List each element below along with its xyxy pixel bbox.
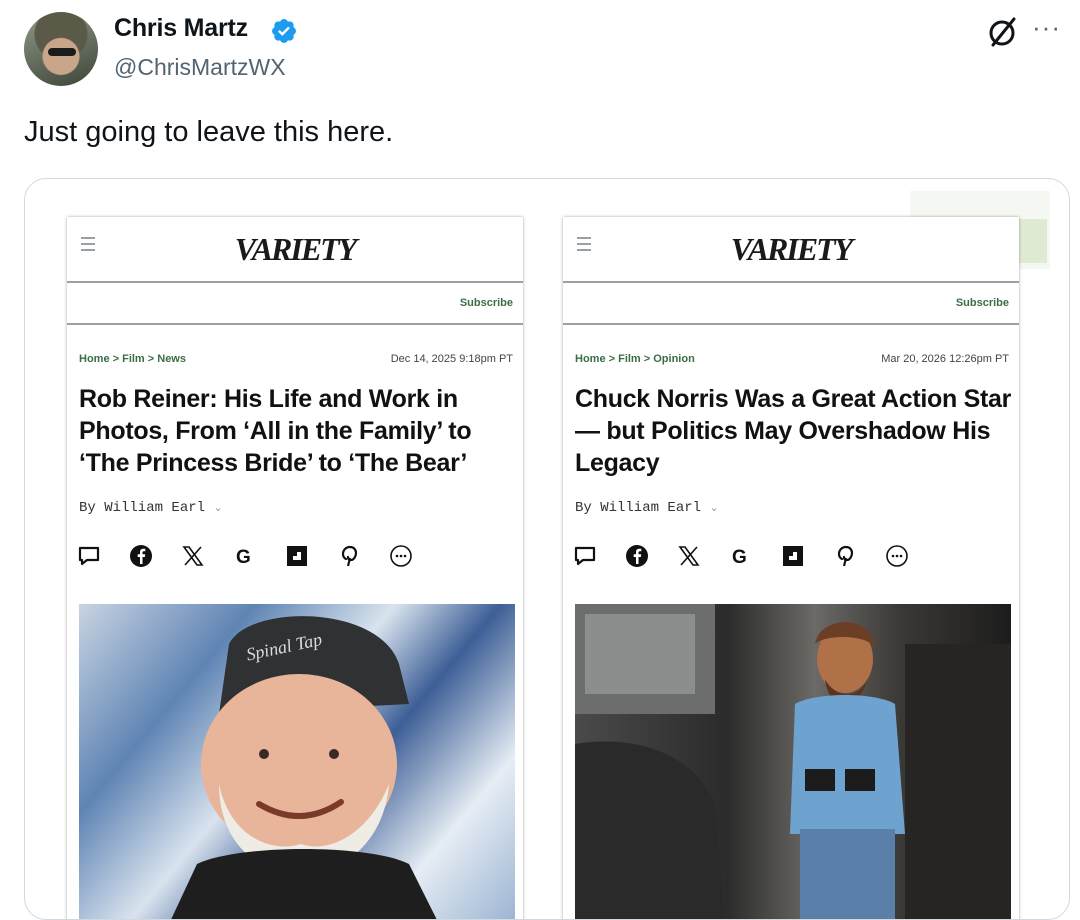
subscribe-link: Subscribe [955, 297, 1009, 309]
google-icon: G [233, 539, 285, 573]
facebook-icon [129, 539, 181, 573]
chevron-down-icon: ⌄ [709, 503, 719, 515]
verified-badge-icon [272, 19, 296, 43]
pinterest-icon [833, 539, 885, 573]
byline-text: By William Earl [79, 500, 206, 516]
author-handle[interactable]: @ChrisMartzWX [114, 54, 286, 81]
chevron-down-icon: ⌄ [213, 503, 223, 515]
pinterest-icon [337, 539, 389, 573]
subscribe-bar: Subscribe [67, 283, 523, 325]
author-avatar[interactable] [24, 12, 98, 86]
article-byline: By William Earl ⌄ [79, 500, 223, 516]
more-share-icon [389, 539, 441, 573]
tweet-text: Just going to leave this here. [24, 116, 394, 148]
media-attachment[interactable]: VARIETY Subscribe Home > Film > News Dec… [24, 178, 1070, 920]
article-photo: Spinal Tap [79, 604, 515, 919]
article-screenshot-norris: VARIETY Subscribe Home > Film > Opinion … [563, 217, 1019, 919]
svg-text:G: G [236, 547, 251, 568]
byline-text: By William Earl [575, 500, 702, 516]
article-screenshot-reiner: VARIETY Subscribe Home > Film > News Dec… [67, 217, 523, 919]
svg-text:G: G [732, 547, 747, 568]
article-headline: Chuck Norris Was a Great Action Star — b… [575, 385, 1012, 477]
chuck-norris-photo-illustration [575, 604, 1011, 919]
comment-icon [573, 539, 625, 573]
x-icon [677, 539, 729, 573]
article-byline: By William Earl ⌄ [575, 500, 719, 516]
flipboard-icon [285, 539, 337, 573]
share-bar: G [573, 539, 937, 573]
article-header: VARIETY [67, 217, 523, 283]
more-share-icon [885, 539, 937, 573]
variety-logo: VARIETY [730, 231, 854, 267]
breadcrumb: Home > Film > Opinion [575, 353, 695, 365]
variety-logo: VARIETY [234, 231, 358, 267]
x-icon [181, 539, 233, 573]
subscribe-link: Subscribe [459, 297, 513, 309]
breadcrumb: Home > Film > News [79, 353, 186, 365]
article-photo [575, 604, 1011, 919]
subscribe-bar: Subscribe [563, 283, 1019, 325]
article-date: Mar 20, 2026 12:26pm PT [881, 353, 1009, 365]
article-headline: Rob Reiner: His Life and Work in Photos,… [79, 385, 472, 477]
article-header: VARIETY [563, 217, 1019, 283]
comment-icon [77, 539, 129, 573]
avatar-sunglasses [48, 48, 76, 56]
grok-icon[interactable] [985, 14, 1021, 50]
facebook-icon [625, 539, 677, 573]
article-date: Dec 14, 2025 9:18pm PT [390, 353, 513, 365]
share-bar: G [77, 539, 441, 573]
author-name[interactable]: Chris Martz [114, 14, 248, 43]
flipboard-icon [781, 539, 833, 573]
rob-reiner-photo-illustration: Spinal Tap [171, 616, 437, 919]
google-icon: G [729, 539, 781, 573]
more-icon[interactable]: ··· [1032, 12, 1061, 43]
